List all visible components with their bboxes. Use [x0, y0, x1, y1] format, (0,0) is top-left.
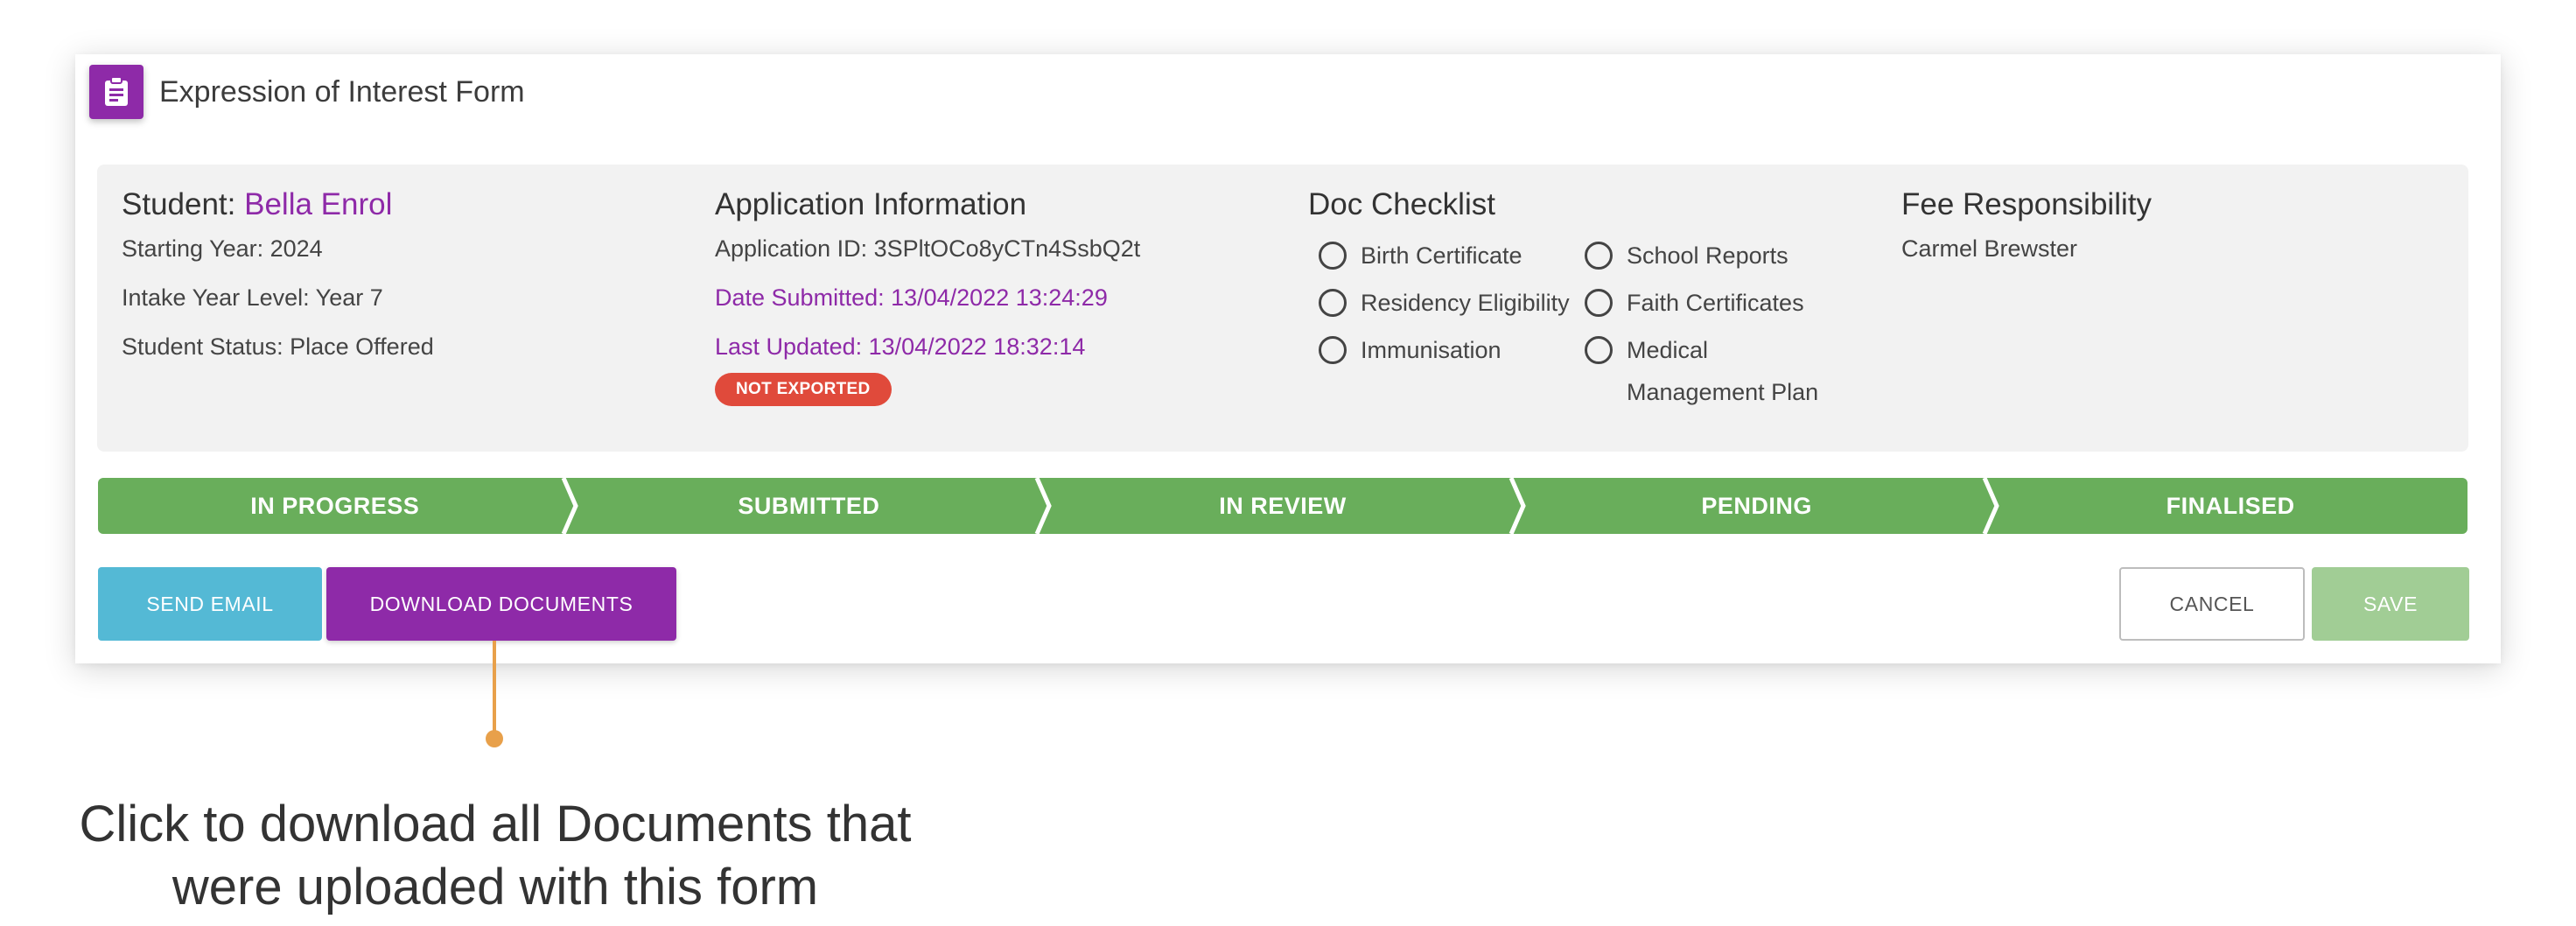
checkbox-circle-icon[interactable] — [1319, 289, 1347, 317]
student-name-link[interactable]: Bella Enrol — [244, 187, 392, 221]
step-finalised[interactable]: FINALISED — [1993, 478, 2468, 534]
step-in-progress[interactable]: IN PROGRESS — [98, 478, 578, 534]
student-status: Student Status: Place Offered — [122, 333, 434, 360]
chevron-right-icon — [1983, 478, 2000, 534]
step-pending[interactable]: PENDING — [1519, 478, 2000, 534]
not-exported-badge: NOT EXPORTED — [715, 373, 892, 406]
checklist-item-medical-management-plan[interactable]: Medical Management Plan — [1585, 329, 1828, 413]
clipboard-icon — [89, 65, 144, 119]
date-submitted: Date Submitted: 13/04/2022 13:24:29 — [715, 284, 1108, 311]
doc-checklist-heading: Doc Checklist — [1308, 187, 1495, 221]
checkbox-circle-icon[interactable] — [1319, 242, 1347, 270]
doc-checklist-column: Doc Checklist Birth Certificate Residenc… — [1308, 186, 1868, 410]
checklist-item-faith-certificates[interactable]: Faith Certificates — [1585, 282, 1804, 324]
checkbox-circle-icon[interactable] — [1585, 289, 1613, 317]
cancel-button[interactable]: CANCEL — [2119, 567, 2305, 641]
callout-text: Click to download all Documents that wer… — [79, 796, 912, 915]
callout-line — [493, 641, 496, 735]
starting-year: Starting Year: 2024 — [122, 235, 323, 262]
chevron-right-icon — [1508, 478, 1526, 534]
chevron-right-icon — [561, 478, 578, 534]
intake-year-level: Intake Year Level: Year 7 — [122, 284, 383, 311]
application-column: Application Information Application ID: … — [715, 186, 1140, 406]
step-in-review[interactable]: IN REVIEW — [1046, 478, 1526, 534]
save-button[interactable]: SAVE — [2312, 567, 2469, 641]
checklist-item-immunisation[interactable]: Immunisation — [1319, 329, 1502, 371]
application-id: Application ID: 3SPltOCo8yCTn4SsbQ2t — [715, 235, 1141, 262]
student-heading: Student: Bella Enrol — [122, 186, 434, 224]
callout-dot — [486, 730, 503, 747]
checklist-item-birth-certificate[interactable]: Birth Certificate — [1319, 235, 1522, 277]
status-progress-bar: IN PROGRESS SUBMITTED IN REVIEW PENDING … — [98, 478, 2468, 534]
checkbox-circle-icon[interactable] — [1319, 336, 1347, 364]
download-documents-button[interactable]: DOWNLOAD DOCUMENTS — [326, 567, 676, 641]
info-panel: Student: Bella Enrol Starting Year: 2024… — [97, 165, 2468, 452]
fee-responsibility-heading: Fee Responsibility — [1901, 187, 2152, 221]
checklist-item-residency-eligibility[interactable]: Residency Eligibility — [1319, 282, 1570, 324]
send-email-button[interactable]: SEND EMAIL — [98, 567, 322, 641]
checklist-item-school-reports[interactable]: School Reports — [1585, 235, 1788, 277]
checkbox-circle-icon[interactable] — [1585, 336, 1613, 364]
expression-of-interest-card: Expression of Interest Form Student: Bel… — [75, 54, 2501, 663]
form-title: Expression of Interest Form — [159, 75, 525, 109]
student-label: Student: — [122, 187, 236, 221]
last-updated: Last Updated: 13/04/2022 18:32:14 — [715, 333, 1086, 360]
student-column: Student: Bella Enrol Starting Year: 2024… — [122, 186, 434, 382]
fee-responsibility-column: Fee Responsibility Carmel Brewster — [1901, 186, 2152, 284]
chevron-right-icon — [1034, 478, 1052, 534]
fee-responsible-name: Carmel Brewster — [1901, 235, 2078, 262]
checkbox-circle-icon[interactable] — [1585, 242, 1613, 270]
application-heading: Application Information — [715, 187, 1027, 221]
step-submitted[interactable]: SUBMITTED — [571, 478, 1052, 534]
doc-checklist: Birth Certificate Residency Eligibility … — [1308, 235, 1868, 410]
